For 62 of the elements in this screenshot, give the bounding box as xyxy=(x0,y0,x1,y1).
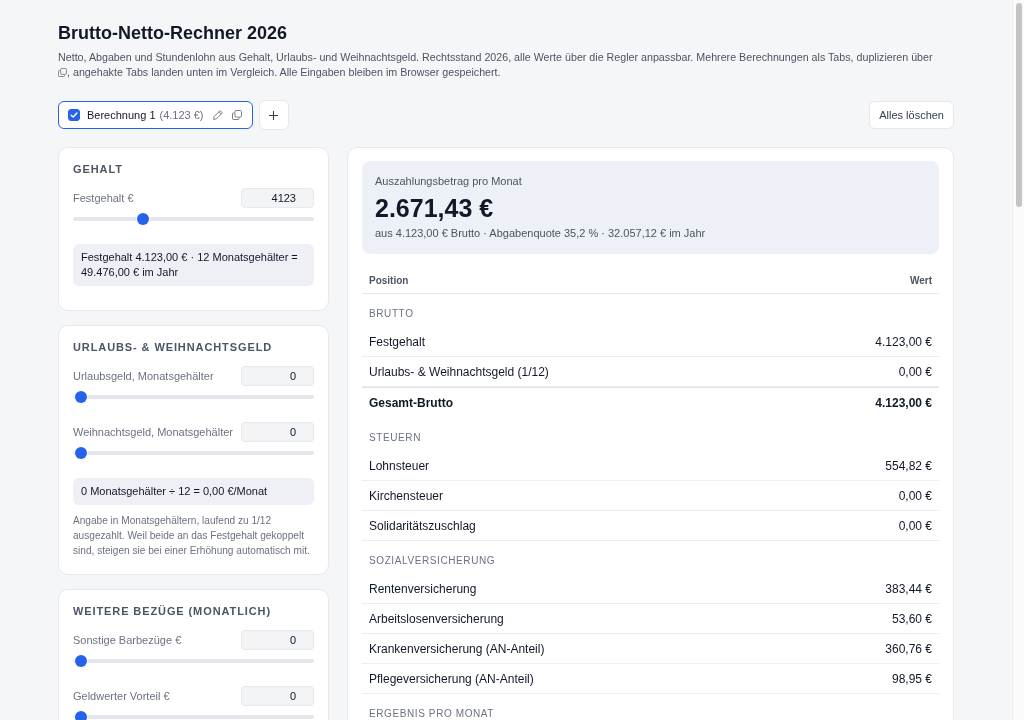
amount-cell: 0,00 € xyxy=(898,364,932,379)
position-cell: Urlaubs- & Weihnachtsgeld (1/12) xyxy=(369,364,549,379)
field-label: Weihnachtsgeld, Monatsgehälter xyxy=(73,426,233,438)
column-header: Wert xyxy=(909,275,932,286)
position-cell: Solidaritätszuschlag xyxy=(369,518,476,533)
position-cell: Lohnsteuer xyxy=(369,458,430,473)
position-cell: Festgehalt xyxy=(369,334,426,349)
amount-cell: 4.123,00 € xyxy=(875,396,932,410)
number-field[interactable]: 0 xyxy=(241,366,314,386)
field-label: Geldwerter Vorteil € xyxy=(73,690,170,702)
scrollbar[interactable] xyxy=(1012,0,1024,720)
card-heading: URLAUBS- & WEIHNACHTSGELD xyxy=(73,340,274,354)
amount-cell: 554,82 € xyxy=(885,458,932,473)
amount-cell: 0,00 € xyxy=(898,488,932,503)
amount-cell: 0,00 € xyxy=(898,518,932,533)
description-text: , angehakte Tabs landen unten im Vergleich. Alle Eingaben bleiben im Browser gespeichert. xyxy=(67,65,501,80)
copy-icon xyxy=(58,68,67,77)
position-cell: Kirchensteuer xyxy=(369,488,444,503)
section-label: STEUERN xyxy=(368,431,422,445)
position-cell: Gesamt-Brutto xyxy=(369,396,453,410)
formula-text: 0 Monatsgehälter ÷ 12 = 0,00 €/Monat xyxy=(73,478,314,505)
section-label: ERGEBNIS PRO MONAT xyxy=(368,707,496,720)
amount-cell: 360,76 € xyxy=(885,641,932,656)
payout-details: aus 4.123,00 € Brutto · Abgabenquote 35,2 % · 32.057,12 € im Jahr xyxy=(375,226,707,240)
payout-label: Auszahlungsbetrag pro Monat xyxy=(375,174,523,188)
formula-text: Festgehalt 4.123,00 € · 12 Monatsgehälter = 49.476,00 € im Jahr xyxy=(73,244,314,286)
plus-icon xyxy=(269,110,279,120)
hint-text: Angabe in Monatsgehältern, laufend zu 1/12 ausgezahlt. Weil beide an das Festgehalt gekoppelt sind, steigen sie bei einer Erhöhung automatisch mit. xyxy=(73,514,311,558)
position-cell: Krankenversicherung (AN-Anteil) xyxy=(369,641,545,656)
scrollbar-thumb[interactable] xyxy=(1016,3,1022,207)
slider-thumb[interactable] xyxy=(75,447,87,459)
section-label: BRUTTO xyxy=(368,307,415,321)
number-field[interactable]: 0 xyxy=(241,422,314,442)
number-field[interactable]: 4123 xyxy=(241,188,314,208)
field-label: Urlaubsgeld, Monatsgehälter xyxy=(73,370,214,382)
card-heading: WEITERE BEZÜGE (MONATLICH) xyxy=(73,604,272,618)
position-cell: Pflegeversicherung (AN-Anteil) xyxy=(369,671,534,686)
field-label: Sonstige Barbezüge € xyxy=(73,634,182,646)
payout-amount: 2.671,43 € xyxy=(375,194,495,222)
slider-thumb[interactable] xyxy=(75,711,87,720)
amount-cell: 383,44 € xyxy=(885,581,932,596)
slider-thumb[interactable] xyxy=(75,391,87,403)
card-heading: GEHALT xyxy=(73,162,124,176)
slider-thumb[interactable] xyxy=(136,213,149,225)
section-label: SOZIALVERSICHERUNG xyxy=(368,554,497,568)
number-field[interactable]: 0 xyxy=(241,686,314,706)
amount-cell: 4.123,00 € xyxy=(875,334,932,349)
field-label: Festgehalt € xyxy=(73,192,134,204)
position-cell: Arbeitslosenversicherung xyxy=(369,611,504,626)
amount-cell: 98,95 € xyxy=(891,671,932,686)
pencil-icon[interactable] xyxy=(212,110,223,120)
clear-all-button[interactable]: Alles löschen xyxy=(869,101,954,129)
column-header: Position xyxy=(369,275,409,286)
copy-icon[interactable] xyxy=(231,110,242,120)
slider-thumb[interactable] xyxy=(75,655,87,667)
amount-cell: 53,60 € xyxy=(891,611,932,626)
number-field[interactable]: 0 xyxy=(241,630,314,650)
calculation-tab[interactable]: Berechnung 1 (4.123 €) xyxy=(58,101,253,129)
tab-checkbox[interactable] xyxy=(68,109,80,121)
position-cell: Rentenversicherung xyxy=(369,581,477,596)
description-text: Netto, Abgaben und Stundenlohn aus Gehalt, Urlaubs- und Weihnachtsgeld. Rechtsstand 2026, alle Werte über die Regler anpassbar. Mehrere Berechnungen als Tabs, duplizieren über xyxy=(58,50,933,65)
page-title: Brutto-Netto-Rechner 2026 xyxy=(58,22,289,44)
